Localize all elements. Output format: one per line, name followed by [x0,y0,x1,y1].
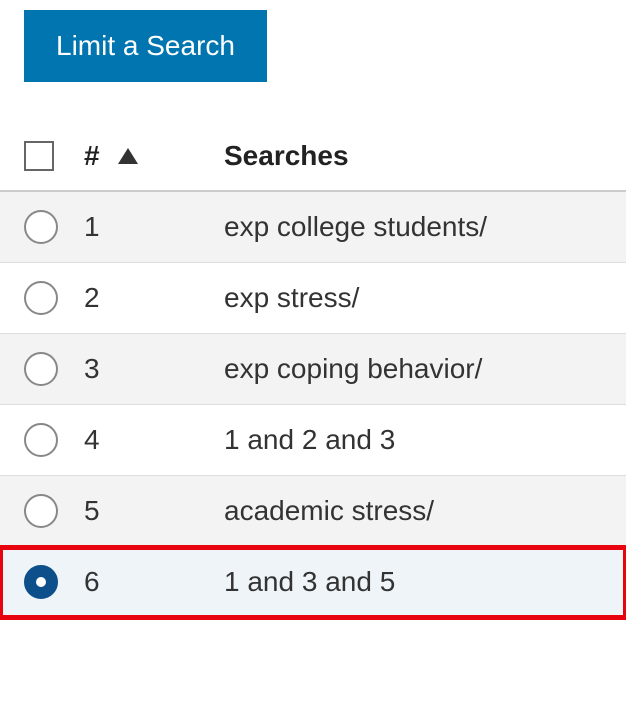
row-number: 3 [84,353,224,385]
row-search-text: exp college students/ [224,211,626,243]
row-radio[interactable] [24,281,58,315]
select-all-checkbox[interactable] [24,141,54,171]
row-radio[interactable] [24,494,58,528]
radio-cell [24,494,84,528]
limit-search-button[interactable]: Limit a Search [24,10,267,82]
table-header-row: # Searches [0,122,626,192]
column-header-number[interactable]: # [84,140,224,172]
table-row[interactable]: 3exp coping behavior/ [0,334,626,405]
radio-cell [24,352,84,386]
row-search-text: exp stress/ [224,282,626,314]
row-number: 6 [84,566,224,598]
search-history-table: # Searches 1exp college students/2exp st… [0,122,626,618]
row-radio[interactable] [24,565,58,599]
row-radio[interactable] [24,210,58,244]
column-header-searches[interactable]: Searches [224,140,626,172]
row-radio[interactable] [24,423,58,457]
radio-cell [24,210,84,244]
select-all-cell [24,141,84,171]
radio-cell [24,423,84,457]
table-row[interactable]: 2exp stress/ [0,263,626,334]
table-row[interactable]: 61 and 3 and 5 [0,547,626,618]
row-number: 1 [84,211,224,243]
column-header-number-label: # [84,140,100,172]
table-row[interactable]: 41 and 2 and 3 [0,405,626,476]
row-radio[interactable] [24,352,58,386]
row-search-text: 1 and 3 and 5 [224,566,626,598]
row-number: 4 [84,424,224,456]
sort-ascending-icon [118,148,138,164]
table-row[interactable]: 5academic stress/ [0,476,626,547]
row-number: 2 [84,282,224,314]
row-search-text: exp coping behavior/ [224,353,626,385]
radio-cell [24,565,84,599]
row-number: 5 [84,495,224,527]
radio-cell [24,281,84,315]
table-row[interactable]: 1exp college students/ [0,192,626,263]
row-search-text: 1 and 2 and 3 [224,424,626,456]
row-search-text: academic stress/ [224,495,626,527]
